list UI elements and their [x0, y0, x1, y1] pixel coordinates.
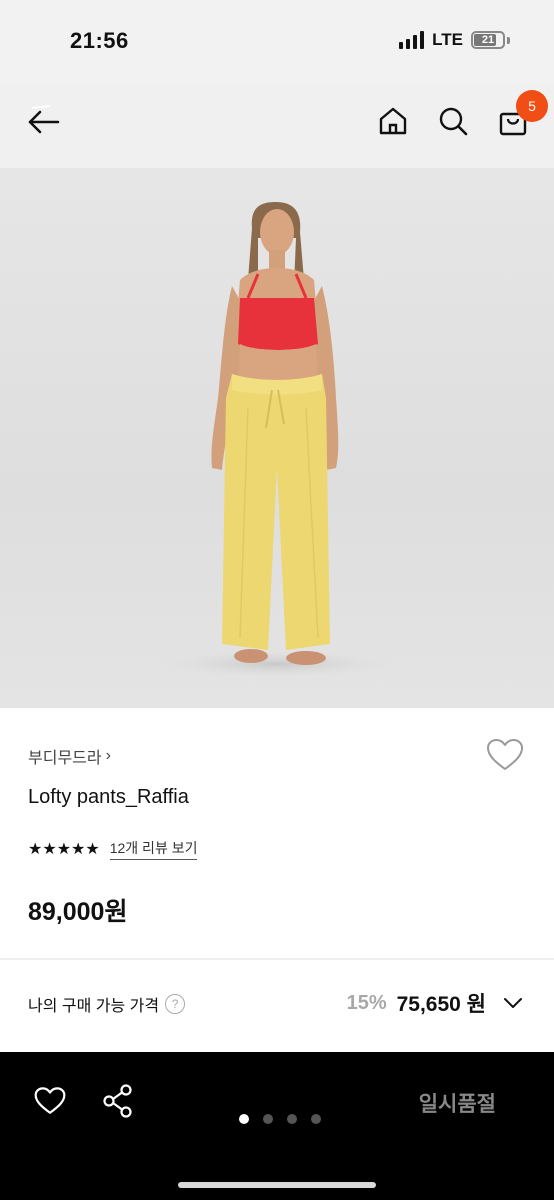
- search-icon: [439, 107, 468, 136]
- bottom-action-bar: 일시품절: [0, 1052, 554, 1200]
- network-type: LTE: [432, 30, 463, 49]
- status-indicators: LTE 21: [399, 30, 510, 50]
- heart-icon: [487, 739, 523, 770]
- battery-level: 21: [481, 34, 495, 46]
- pagination-dot[interactable]: [263, 1114, 273, 1124]
- rating-row: ★★★★★ 12개 리뷰 보기: [28, 838, 198, 860]
- back-button[interactable]: [22, 100, 66, 144]
- cart-count-badge: 5: [516, 90, 548, 122]
- status-bar: 21:56 LTE 21: [0, 0, 554, 84]
- cart-button[interactable]: 5: [494, 90, 548, 140]
- soldout-button[interactable]: 일시품절: [419, 1088, 496, 1118]
- pagination-dot[interactable]: [287, 1114, 297, 1124]
- reviews-link[interactable]: 12개 리뷰 보기: [109, 838, 198, 860]
- chevron-right-icon: ›: [105, 747, 111, 764]
- back-arrow-icon: [28, 105, 60, 134]
- home-button[interactable]: [374, 102, 412, 140]
- my-price-value-group: 15% 75,650 원: [347, 988, 524, 1018]
- chevron-down-icon: [504, 998, 522, 1008]
- help-icon[interactable]: ?: [165, 994, 186, 1014]
- product-image[interactable]: [0, 168, 554, 708]
- my-price-row[interactable]: 나의 구매 가능 가격 ? 15% 75,650 원: [0, 960, 554, 1052]
- star-rating: ★★★★★: [28, 841, 100, 858]
- brand-link[interactable]: 부디무드라 ›: [28, 744, 111, 768]
- discounted-price: 75,650 원: [396, 993, 486, 1016]
- product-info: 부디무드라 › Lofty pants_Raffia ★★★★★ 12개 리뷰 …: [0, 708, 554, 958]
- my-price-label: 나의 구매 가능 가격: [28, 998, 160, 1015]
- share-icon: [103, 1084, 132, 1118]
- discount-rate: 15%: [346, 991, 387, 1014]
- header-actions: 5: [374, 90, 548, 140]
- search-button[interactable]: [434, 102, 472, 140]
- wishlist-button[interactable]: [486, 738, 524, 774]
- pagination-dot[interactable]: [239, 1114, 249, 1124]
- brand-name: 부디무드라: [28, 750, 102, 767]
- pagination-dot[interactable]: [311, 1114, 321, 1124]
- product-price: 89,000원: [28, 898, 128, 926]
- my-price-label-group: 나의 구매 가능 가격 ?: [28, 992, 186, 1016]
- home-indicator: [178, 1182, 376, 1188]
- signal-icon: [399, 31, 425, 49]
- expand-button[interactable]: [502, 992, 524, 1014]
- heart-icon: [34, 1087, 66, 1114]
- app-header: 5: [0, 84, 554, 168]
- status-time: 21:56: [70, 28, 129, 53]
- product-name: Lofty pants_Raffia: [28, 786, 189, 808]
- battery-icon: 21: [471, 31, 505, 49]
- product-model-illustration: [156, 202, 396, 678]
- home-icon: [379, 107, 407, 135]
